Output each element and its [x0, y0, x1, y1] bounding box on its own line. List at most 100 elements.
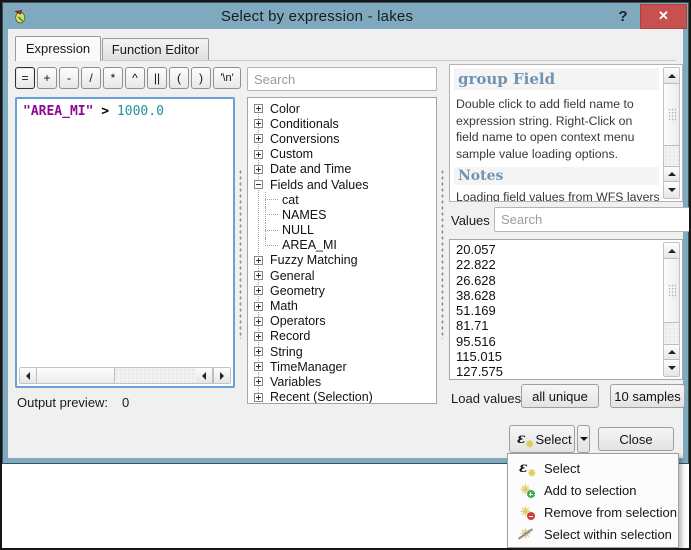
tree-item-label: Custom: [270, 147, 314, 162]
tree-item[interactable]: Conditionals: [248, 116, 436, 131]
tree-item[interactable]: Operators: [248, 314, 436, 329]
value-item[interactable]: 38.628: [456, 288, 682, 303]
tree-item[interactable]: Fields and Values: [248, 177, 436, 192]
tree-item[interactable]: TimeManager: [248, 359, 436, 374]
values-vertical-scrollbar[interactable]: [663, 242, 680, 377]
scroll-down-icon[interactable]: [664, 182, 679, 198]
tree-item[interactable]: Variables: [248, 374, 436, 389]
tree-item[interactable]: String: [248, 344, 436, 359]
expand-icon[interactable]: [254, 104, 263, 114]
help-body-text: Double click to add field name to expres…: [456, 97, 635, 161]
tree-item[interactable]: Color: [248, 101, 436, 116]
tree-item[interactable]: cat: [248, 192, 436, 208]
menu-item[interactable]: ✳Select within selection: [508, 523, 678, 545]
tree-item[interactable]: Date and Time: [248, 162, 436, 177]
tree-item[interactable]: Custom: [248, 147, 436, 162]
all-unique-button[interactable]: all unique: [521, 384, 599, 408]
tree-item[interactable]: NULL: [248, 222, 436, 238]
value-item[interactable]: 51.169: [456, 303, 682, 318]
splitter-handle[interactable]: [239, 169, 242, 339]
menu-item[interactable]: ε ✳ Select: [508, 457, 678, 479]
expand-icon[interactable]: [254, 316, 263, 326]
operator-button[interactable]: -: [59, 67, 79, 89]
select-dropdown-arrow-button[interactable]: [577, 425, 590, 453]
tab-expression[interactable]: Expression: [15, 36, 101, 61]
tree-item[interactable]: Geometry: [248, 283, 436, 298]
scrollbar-thumb[interactable]: [37, 368, 115, 383]
tree-item[interactable]: NAMES: [248, 207, 436, 223]
expand-icon[interactable]: [254, 149, 263, 159]
operator-button[interactable]: *: [103, 67, 123, 89]
expand-icon[interactable]: [254, 331, 263, 341]
ten-samples-button[interactable]: 10 samples: [610, 384, 685, 408]
help-vertical-scrollbar[interactable]: [663, 67, 680, 199]
expand-icon[interactable]: [254, 134, 263, 144]
values-search-input[interactable]: [494, 207, 689, 232]
tree-item-label: TimeManager: [270, 359, 347, 374]
operator-button[interactable]: ^: [125, 67, 145, 89]
operator-button[interactable]: /: [81, 67, 101, 89]
operator-button[interactable]: '\n': [213, 67, 241, 89]
close-button[interactable]: Close: [598, 427, 674, 451]
operator-button[interactable]: =: [15, 67, 35, 89]
value-item[interactable]: 127.575: [456, 364, 682, 379]
menu-item[interactable]: ✳ Remove from selection: [508, 501, 678, 523]
expand-icon[interactable]: [254, 164, 263, 174]
tree-item-label: Variables: [270, 374, 322, 389]
operator-button[interactable]: ): [191, 67, 211, 89]
value-item[interactable]: 115.015: [456, 349, 682, 364]
value-item[interactable]: 22.822: [456, 257, 682, 272]
expression-editor[interactable]: "AREA_MI" > 1000.0: [15, 97, 235, 388]
value-item[interactable]: 81.71: [456, 318, 682, 333]
tree-item[interactable]: Recent (Selection): [248, 390, 436, 404]
menu-item[interactable]: ✳ Add to selection: [508, 479, 678, 501]
editor-horizontal-scrollbar[interactable]: [19, 367, 231, 384]
collapse-icon[interactable]: [254, 180, 263, 190]
expand-icon[interactable]: [254, 362, 263, 372]
operator-button[interactable]: +: [37, 67, 57, 89]
expand-icon[interactable]: [254, 392, 263, 402]
tab-function-editor[interactable]: Function Editor: [102, 38, 209, 61]
scroll-up-icon[interactable]: [664, 68, 679, 84]
expand-icon[interactable]: [254, 377, 263, 387]
value-item[interactable]: 95.516: [456, 334, 682, 349]
scrollbar-thumb[interactable]: [664, 84, 679, 146]
tree-item[interactable]: Conversions: [248, 131, 436, 146]
scrollbar-track[interactable]: [115, 368, 196, 383]
function-search-input[interactable]: [247, 67, 437, 91]
expand-icon[interactable]: [254, 301, 263, 311]
titlebar[interactable]: Select by expression - lakes ? ✕: [3, 3, 688, 29]
tree-item[interactable]: Fuzzy Matching: [248, 253, 436, 268]
expand-icon[interactable]: [254, 347, 263, 357]
tree-item-label: Recent (Selection): [270, 390, 373, 404]
scrollbar-thumb[interactable]: [664, 259, 679, 323]
scroll-right-icon[interactable]: [213, 368, 230, 383]
expand-icon[interactable]: [254, 255, 263, 265]
scroll-up-icon[interactable]: [664, 166, 679, 182]
select-dropdown-menu: ε ✳ Select ✳ Add to selection ✳ Remove from se…: [507, 453, 679, 548]
help-panel: group Field Double click to add field na…: [449, 64, 683, 202]
scrollbar-track[interactable]: [664, 323, 679, 344]
window-close-button[interactable]: ✕: [640, 3, 687, 29]
tree-item[interactable]: General: [248, 268, 436, 283]
scrollbar-track[interactable]: [664, 146, 679, 166]
scroll-left-icon[interactable]: [20, 368, 37, 383]
expand-icon[interactable]: [254, 286, 263, 296]
scroll-down-icon[interactable]: [664, 360, 679, 376]
operator-button[interactable]: (: [169, 67, 189, 89]
value-item[interactable]: 26.628: [456, 273, 682, 288]
select-button[interactable]: ε ✳ Select: [509, 425, 575, 453]
tree-item[interactable]: Record: [248, 329, 436, 344]
expand-icon[interactable]: [254, 271, 263, 281]
scroll-up-icon[interactable]: [664, 243, 679, 259]
value-item[interactable]: 20.057: [456, 242, 682, 257]
tree-item[interactable]: AREA_MI: [248, 237, 436, 253]
expand-icon[interactable]: [254, 119, 263, 129]
help-button[interactable]: ?: [606, 8, 640, 25]
menu-item-label: Add to selection: [544, 482, 637, 498]
operator-button[interactable]: ||: [147, 67, 167, 89]
splitter-handle[interactable]: [441, 169, 444, 339]
scroll-up-icon[interactable]: [664, 344, 679, 360]
tree-item[interactable]: Math: [248, 298, 436, 313]
scroll-left-icon[interactable]: [196, 368, 213, 383]
